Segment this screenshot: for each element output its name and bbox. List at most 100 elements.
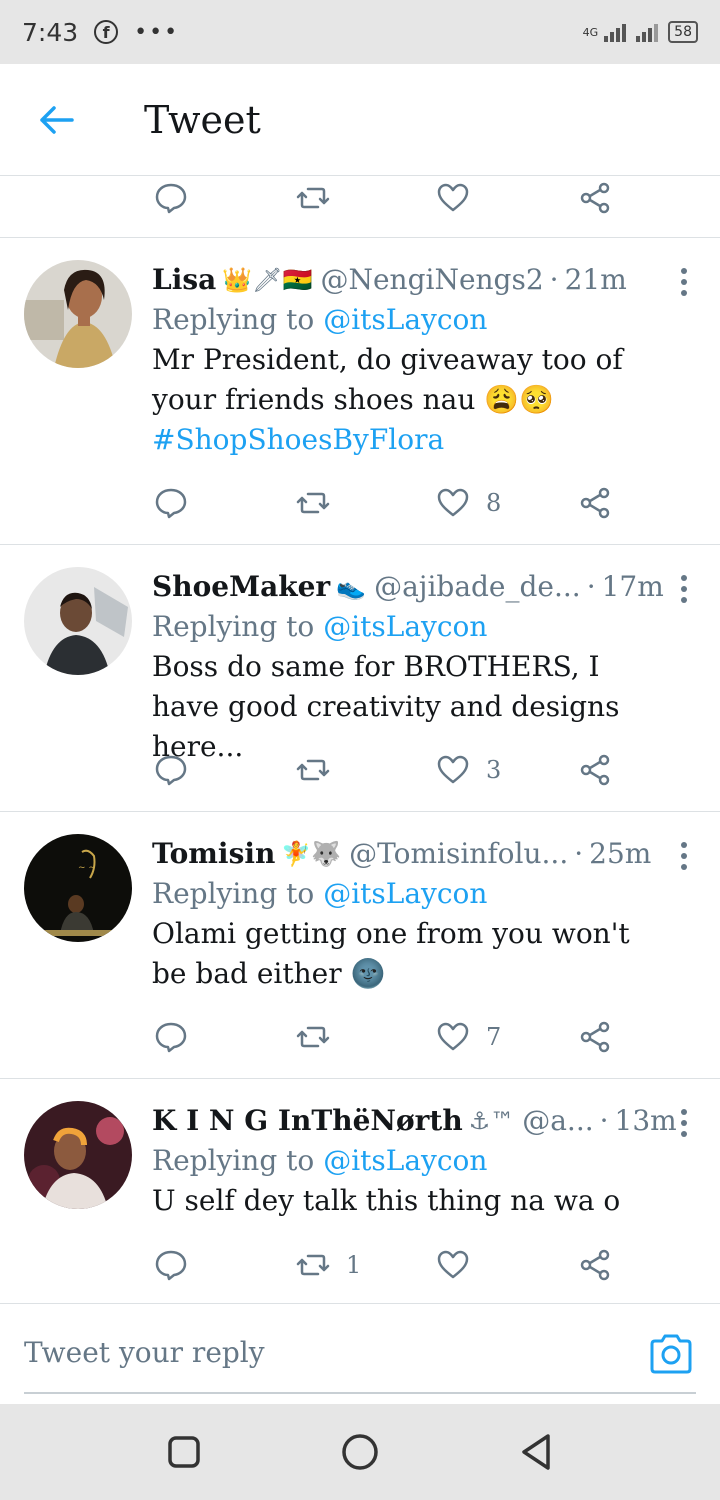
author-handle[interactable]: @NengiNengs2 [320,260,543,300]
replying-label: Replying to [152,877,315,910]
more-notifications-icon: ••• [134,19,180,45]
share-button[interactable] [578,750,612,790]
home-button[interactable] [340,1432,380,1472]
separator-dot: · [574,837,584,870]
tweet-time: 21m [564,263,627,296]
comment-icon [155,1250,187,1281]
replying-label: Replying to [152,1144,315,1177]
recents-button[interactable] [164,1432,204,1472]
reply-button[interactable] [154,1017,188,1057]
heart-icon [437,183,469,212]
comment-icon [155,1022,187,1053]
heart-icon [437,1022,469,1051]
app-header: Tweet [0,64,720,176]
retweet-button[interactable] [296,178,330,218]
reply-tweet[interactable]: K I N G InThëNørth ⚓™ @a... · 13m Replyi… [0,1079,720,1303]
share-icon [580,754,610,786]
like-count: 3 [486,756,502,784]
circle-icon [342,1434,378,1470]
network-label: 4G [582,25,599,39]
replying-to-link[interactable]: @itsLaycon [323,303,487,336]
replying-to: Replying to @itsLaycon [152,1141,672,1181]
svg-text:~ ~: ~ ~ [78,863,96,873]
like-button[interactable]: 3 [436,750,501,790]
tweet-time: 13m [614,1104,677,1137]
author-emojis: 👟 [336,573,367,601]
more-vertical-icon [681,842,687,848]
reply-button[interactable] [154,178,188,218]
back-button[interactable] [0,64,112,176]
avatar[interactable]: ~ ~ [24,834,132,942]
reply-button[interactable] [154,483,188,523]
share-button[interactable] [578,178,612,218]
reply-tweet[interactable]: ShoeMaker 👟 @ajibade_de... · 17m Replyin… [0,545,720,811]
like-button[interactable]: 7 [436,1017,501,1057]
avatar[interactable] [24,260,132,368]
replying-to: Replying to @itsLaycon [152,300,672,340]
comment-icon [155,183,187,214]
replying-to-link[interactable]: @itsLaycon [323,877,487,910]
avatar[interactable] [24,567,132,675]
reply-button[interactable] [154,750,188,790]
author-name[interactable]: ShoeMaker [152,567,330,607]
reply-input[interactable]: Tweet your reply [24,1330,584,1376]
retweet-icon [296,1026,330,1048]
reply-composer: Tweet your reply [0,1304,720,1404]
retweet-button[interactable] [296,1017,346,1057]
author-name[interactable]: Lisa [152,260,216,300]
facebook-icon: f [94,20,119,44]
share-icon [580,1249,610,1281]
reply-button[interactable] [154,1245,188,1285]
reply-tweet[interactable]: Lisa 👑🗡🇬🇭 @NengiNengs2 · 21m Replying to… [0,238,720,544]
separator-dot: · [549,263,559,296]
like-count: 7 [486,1023,502,1051]
triangle-back-icon [522,1434,550,1470]
reply-tweet[interactable]: ~ ~ Tomisin 🧚🐺 @Tomisinfolu... · 25m Rep… [0,812,720,1078]
like-button[interactable] [436,1245,486,1285]
replying-to-link[interactable]: @itsLaycon [323,610,487,643]
heart-icon [437,1250,469,1279]
camera-icon [650,1334,692,1374]
tweet-time: 17m [601,570,664,603]
hashtag-link[interactable]: #ShopShoesByFlora [152,420,672,460]
tweet-actions: 7 [150,1017,620,1057]
author-handle[interactable]: @ajibade_de... [374,567,581,607]
share-icon [580,1021,610,1053]
tweet-actions: 8 [150,483,620,523]
page-title: Tweet [144,97,261,142]
author-name[interactable]: Tomisin [152,834,275,874]
camera-button[interactable] [648,1332,694,1376]
system-nav-bar [0,1404,720,1500]
more-options-button[interactable] [672,836,696,876]
author-handle[interactable]: @a... [522,1101,593,1141]
retweet-button[interactable] [296,483,346,523]
retweet-icon [296,492,330,514]
avatar[interactable] [24,1101,132,1209]
heart-icon [437,488,469,517]
retweet-button[interactable]: 1 [296,1245,361,1285]
more-vertical-icon [681,268,687,274]
tweet-actions: 3 [150,750,620,790]
replying-to-link[interactable]: @itsLaycon [323,1144,487,1177]
tweet-text: Olami getting one from you won't be bad … [152,917,630,990]
author-name[interactable]: K I N G InThëNørth [152,1101,463,1141]
comment-icon [155,755,187,786]
share-button[interactable] [578,1017,612,1057]
more-options-button[interactable] [672,262,696,302]
more-vertical-icon [681,575,687,581]
author-handle[interactable]: @Tomisinfolu... [349,834,568,874]
more-options-button[interactable] [672,1103,696,1143]
share-button[interactable] [578,483,612,523]
retweet-button[interactable] [296,750,346,790]
comment-icon [155,488,187,519]
retweet-icon [296,1254,330,1276]
share-icon [580,487,610,519]
share-button[interactable] [578,1245,612,1285]
back-nav-button[interactable] [516,1432,556,1472]
status-bar: 7:43 f ••• 4G 58 [0,0,720,64]
like-button[interactable]: 8 [436,483,501,523]
replying-label: Replying to [152,303,315,336]
replying-label: Replying to [152,610,315,643]
more-options-button[interactable] [672,569,696,609]
like-button[interactable] [436,178,470,218]
